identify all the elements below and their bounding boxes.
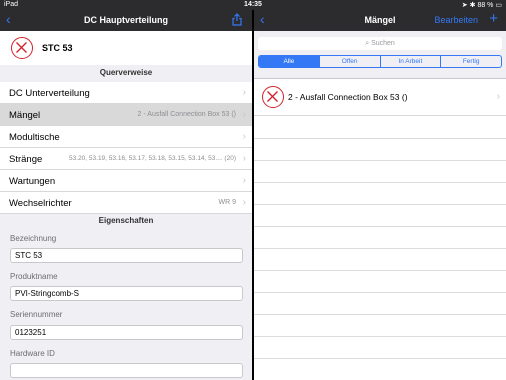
row-label: DC Unterverteilung	[9, 88, 90, 99]
battery-percent: 88 %	[477, 2, 494, 9]
share-icon[interactable]	[232, 13, 242, 31]
hardware-id-field[interactable]	[10, 363, 243, 378]
bluetooth-icon: ✱	[469, 2, 476, 9]
divider	[254, 358, 506, 359]
edit-button[interactable]: Bearbeiten	[434, 15, 478, 25]
row-label: Modultische	[9, 132, 60, 143]
segment-in-arbeit[interactable]: In Arbeit	[381, 56, 442, 67]
error-x-icon	[262, 86, 284, 108]
page-title: DC Hauptverteilung	[83, 15, 168, 25]
segment-fertig[interactable]: Fertig	[441, 56, 501, 67]
divider	[254, 182, 506, 183]
bezeichnung-field[interactable]: STC 53	[10, 248, 243, 263]
segment-offen[interactable]: Offen	[320, 56, 381, 67]
detail-pane: ‹ DC Hauptverteilung STC 53 Querverweise…	[0, 10, 252, 380]
search-placeholder: Suchen	[371, 40, 395, 47]
error-x-icon	[11, 37, 33, 59]
section-header-properties: Eigenschaften	[98, 216, 154, 225]
row-maengel[interactable]: Mängel 2 - Ausfall Connection Box 53 () …	[0, 104, 252, 126]
label-seriennummer: Seriennummer	[10, 310, 63, 319]
search-area: ⌕ Suchen Alle Offen In Arbeit Fertig	[254, 31, 506, 79]
divider	[254, 336, 506, 337]
row-detail: 2 - Ausfall Connection Box 53 ()	[137, 111, 236, 118]
chevron-right-icon: ›	[242, 153, 246, 164]
chevron-right-icon: ›	[242, 197, 246, 208]
divider	[254, 248, 506, 249]
segment-alle[interactable]: Alle	[259, 56, 320, 67]
chevron-right-icon: ›	[496, 91, 500, 102]
chevron-right-icon: ›	[242, 175, 246, 186]
label-hardware-id: Hardware ID	[10, 349, 55, 358]
battery-status: ➤ ✱ 88 % ▭	[462, 1, 502, 9]
search-input[interactable]: ⌕ Suchen	[258, 37, 502, 50]
left-nav-bar: ‹ DC Hauptverteilung	[0, 10, 252, 31]
status-bar: iPad 14:35 ➤ ✱ 88 % ▭	[0, 0, 506, 10]
issues-pane: ‹ Mängel Bearbeiten + ⌕ Suchen Alle Offe…	[254, 10, 506, 380]
row-detail: WR 9	[218, 199, 237, 206]
add-icon[interactable]: +	[489, 11, 498, 26]
row-wartungen[interactable]: Wartungen ›	[0, 170, 252, 192]
divider	[254, 160, 506, 161]
chevron-right-icon: ›	[242, 109, 246, 120]
chevron-right-icon: ›	[242, 131, 246, 142]
search-icon: ⌕	[365, 40, 370, 47]
row-detail: 53.20, 53.19, 53.16, 53.17, 53.18, 53.15…	[69, 155, 236, 162]
issue-label: 2 - Ausfall Connection Box 53 ()	[288, 92, 408, 102]
divider	[254, 226, 506, 227]
list-item[interactable]: 2 - Ausfall Connection Box 53 () ›	[254, 79, 506, 116]
label-produktname: Produktname	[10, 272, 58, 281]
row-label: Stränge	[9, 154, 43, 165]
row-modultische[interactable]: Modultische ›	[0, 126, 252, 148]
device-name: STC 53	[42, 43, 73, 53]
chevron-right-icon: ›	[242, 87, 246, 98]
divider	[254, 204, 506, 205]
clock: 14:35	[244, 1, 262, 8]
location-icon: ➤	[461, 2, 468, 9]
row-dc-unterverteilung[interactable]: DC Unterverteilung ›	[0, 82, 252, 104]
battery-icon: ▭	[495, 2, 502, 9]
row-label: Mängel	[9, 110, 41, 121]
divider	[254, 270, 506, 271]
row-straenge[interactable]: Stränge 53.20, 53.19, 53.16, 53.17, 53.1…	[0, 148, 252, 170]
seriennummer-field[interactable]: 0123251	[10, 325, 243, 340]
device-header: STC 53	[0, 31, 252, 65]
status-filter: Alle Offen In Arbeit Fertig	[258, 55, 502, 68]
divider	[254, 292, 506, 293]
label-bezeichnung: Bezeichnung	[10, 234, 57, 243]
section-header-references: Querverweise	[99, 68, 153, 77]
produktname-field[interactable]: PVI-Stringcomb-S	[10, 286, 243, 301]
row-wechselrichter[interactable]: Wechselrichter WR 9 ›	[0, 192, 252, 214]
right-nav-bar: ‹ Mängel Bearbeiten +	[254, 10, 506, 31]
row-label: Wartungen	[9, 176, 56, 187]
divider	[254, 138, 506, 139]
divider	[254, 314, 506, 315]
row-label: Wechselrichter	[9, 198, 72, 209]
